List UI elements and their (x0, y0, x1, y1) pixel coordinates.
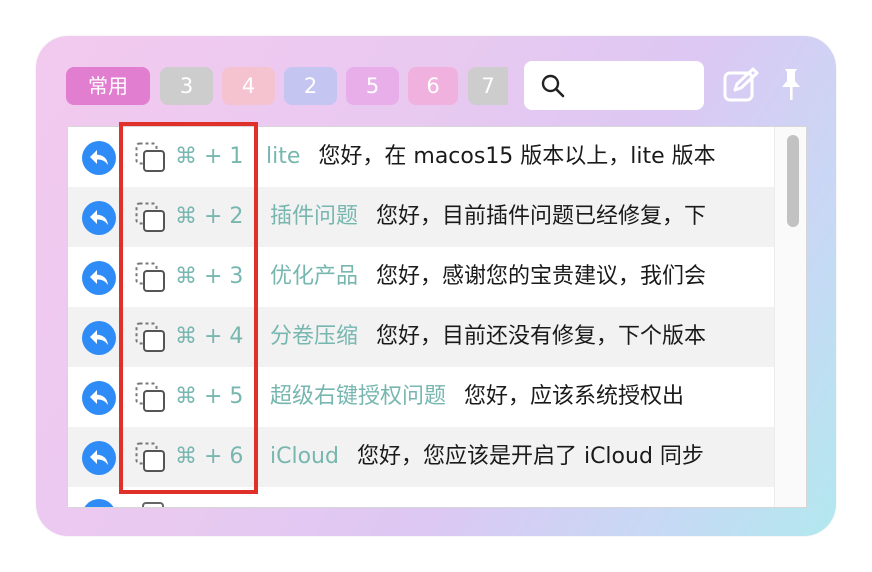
scrollbar[interactable] (774, 127, 806, 507)
snippet-title: 插件问题 (270, 204, 359, 229)
reply-icon[interactable] (82, 201, 116, 235)
edit-icon[interactable] (722, 66, 760, 104)
snippet-title: 优化产品 (270, 264, 359, 289)
search-icon (541, 74, 565, 98)
snippet-title: 分卷压缩 (270, 324, 359, 349)
snippet-body: 您好，感谢您的宝贵建议，我们会 (376, 264, 707, 289)
tab-4[interactable]: 4 (222, 67, 275, 105)
snippet-title: lite (266, 144, 301, 169)
reply-icon[interactable] (82, 321, 116, 355)
copy-icon[interactable] (134, 497, 168, 508)
pin-icon[interactable] (778, 66, 804, 104)
reply-icon[interactable] (82, 441, 116, 475)
snippet-title: iCloud (270, 444, 339, 469)
snippet-text: 优化产品 您好，感谢您的宝贵建议，我们会 (270, 263, 706, 291)
snippet-text: 分卷压缩 您好，目前还没有修复，下个版本 (270, 323, 706, 351)
tab-3[interactable]: 3 (160, 67, 213, 105)
snippet-text: iCloud 您好，您应该是开启了 iCloud 同步 (270, 443, 704, 471)
snippet-text: 超级右键授权问题 您好，应该系统授权出 (270, 383, 684, 411)
reply-icon[interactable] (82, 261, 116, 295)
snippet-body: 您好，应该系统授权出 (464, 384, 685, 409)
snippet-title: 超级右键授权问题 (270, 384, 447, 409)
reply-icon[interactable] (82, 381, 116, 415)
snippet-body: 您好，在 macos15 版本以上，lite 版本 (318, 144, 716, 169)
tab-common[interactable]: 常用 (66, 67, 150, 105)
tab-2[interactable]: 2 (284, 67, 337, 105)
snippet-body: 您好，您应该是开启了 iCloud 同步 (356, 444, 704, 469)
tab-5[interactable]: 5 (346, 67, 399, 105)
snippet-text: 插件问题 您好，目前插件问题已经修复，下 (270, 203, 706, 231)
reply-icon[interactable] (82, 141, 116, 175)
tab-7[interactable]: 7 (468, 67, 508, 105)
snippet-body: 您好，目前插件问题已经修复，下 (376, 204, 707, 229)
shortcut-column-highlight (119, 122, 258, 494)
snippet-text: lite 您好，在 macos15 版本以上，lite 版本 (266, 143, 716, 171)
scrollbar-thumb[interactable] (787, 135, 799, 227)
reply-icon[interactable] (82, 499, 116, 507)
search-input[interactable] (524, 61, 704, 110)
snippet-body: 您好，目前还没有修复，下个版本 (376, 324, 707, 349)
tab-6[interactable]: 6 (408, 67, 458, 105)
